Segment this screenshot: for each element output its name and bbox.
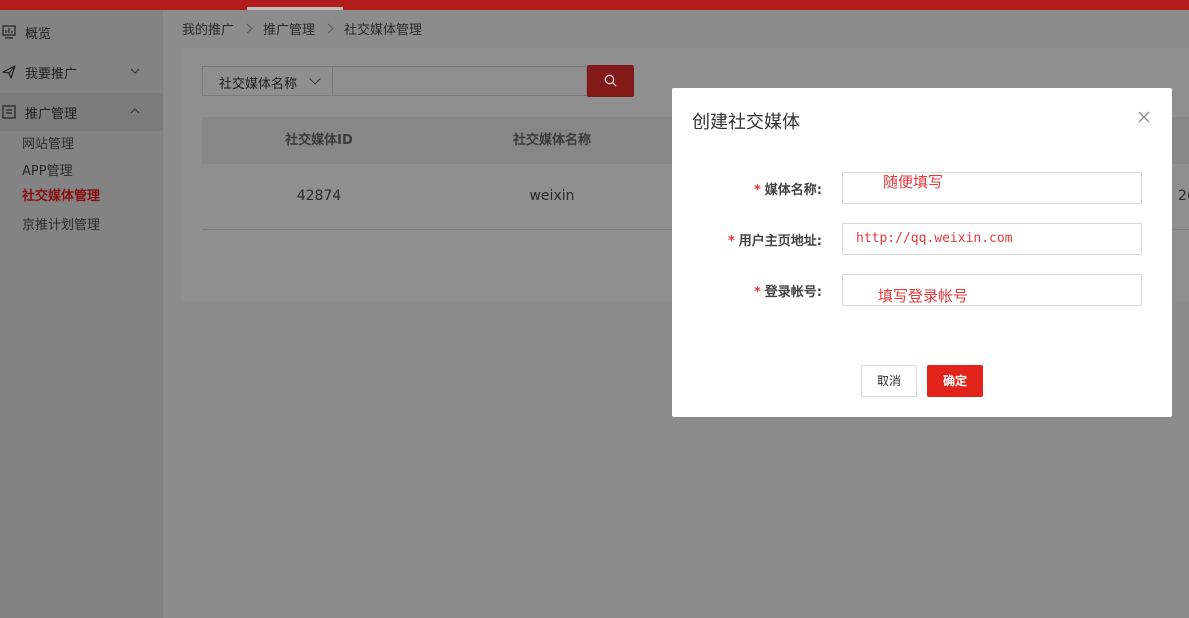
sidebar-item-label: 概览 bbox=[25, 26, 52, 42]
label-text: 用户主页地址: bbox=[738, 234, 822, 249]
cell-media-name: weixin bbox=[529, 188, 575, 204]
sidebar-item-promotion-management[interactable]: 推广管理 bbox=[0, 93, 163, 131]
sidebar-item-label: 我要推广 bbox=[25, 66, 78, 82]
breadcrumb-item[interactable]: 推广管理 bbox=[263, 19, 315, 38]
sidebar-item-overview[interactable]: 概览 bbox=[0, 13, 163, 51]
chart-icon bbox=[2, 25, 16, 39]
sidebar-subitem-jingtui-plan[interactable]: 京推计划管理 bbox=[22, 216, 100, 236]
annotation-media-name: 随便填写 bbox=[883, 173, 944, 191]
chevron-right-icon bbox=[323, 23, 334, 33]
cancel-button[interactable]: 取消 bbox=[861, 365, 917, 397]
dialog-title: 创建社交媒体 bbox=[692, 112, 800, 133]
sidebar-item-promote[interactable]: 我要推广 bbox=[0, 53, 163, 91]
search-button[interactable] bbox=[587, 65, 634, 97]
sidebar-subitem-social-media[interactable]: 社交媒体管理 bbox=[22, 187, 100, 207]
chevron-down-icon bbox=[309, 73, 321, 85]
annotation-login-account: 填写登录帐号 bbox=[878, 287, 969, 305]
homepage-url-label: * 用户主页地址: bbox=[682, 230, 822, 249]
search-icon bbox=[604, 74, 617, 87]
required-marker: * bbox=[753, 285, 761, 300]
media-name-label: * 媒体名称: bbox=[682, 179, 822, 198]
chevron-up-icon bbox=[130, 108, 140, 114]
sidebar: 概览 我要推广 推广管理 网站管理 APP管理 社交媒体管理 京推计划管理 bbox=[0, 10, 163, 618]
search-input[interactable] bbox=[333, 66, 587, 96]
breadcrumb-item[interactable]: 我的推广 bbox=[182, 19, 234, 38]
sidebar-item-label: 推广管理 bbox=[25, 106, 78, 122]
search-field-select[interactable]: 社交媒体名称 bbox=[202, 66, 333, 96]
homepage-url-input[interactable]: http://qq.weixin.com bbox=[842, 223, 1142, 255]
document-icon bbox=[2, 105, 16, 119]
breadcrumb: 我的推广 推广管理 社交媒体管理 bbox=[182, 18, 422, 38]
label-text: 媒体名称: bbox=[764, 183, 822, 198]
close-icon[interactable] bbox=[1137, 110, 1151, 124]
create-social-media-dialog: 创建社交媒体 * 媒体名称: 随便填写 * 用户主页地址: http://qq.we… bbox=[672, 88, 1172, 417]
required-marker: * bbox=[753, 183, 761, 198]
cell-truncated: 2( bbox=[1178, 188, 1189, 204]
sidebar-subitem-websites[interactable]: 网站管理 bbox=[22, 135, 74, 155]
confirm-button[interactable]: 确定 bbox=[927, 365, 983, 397]
sidebar-subitem-apps[interactable]: APP管理 bbox=[22, 162, 73, 182]
input-value: http://qq.weixin.com bbox=[856, 231, 1013, 246]
required-marker: * bbox=[727, 234, 735, 249]
breadcrumb-item-current: 社交媒体管理 bbox=[344, 22, 423, 38]
column-header-id: 社交媒体ID bbox=[285, 133, 353, 148]
top-bar bbox=[0, 0, 1189, 10]
active-tab-indicator bbox=[247, 7, 343, 10]
chevron-right-icon bbox=[242, 23, 253, 33]
login-account-label: * 登录帐号: bbox=[682, 281, 822, 300]
chevron-down-icon bbox=[130, 68, 140, 74]
send-icon bbox=[2, 65, 16, 79]
select-value: 社交媒体名称 bbox=[219, 77, 298, 92]
cell-media-id: 42874 bbox=[296, 188, 342, 204]
label-text: 登录帐号: bbox=[764, 285, 822, 300]
column-header-name: 社交媒体名称 bbox=[512, 133, 591, 148]
